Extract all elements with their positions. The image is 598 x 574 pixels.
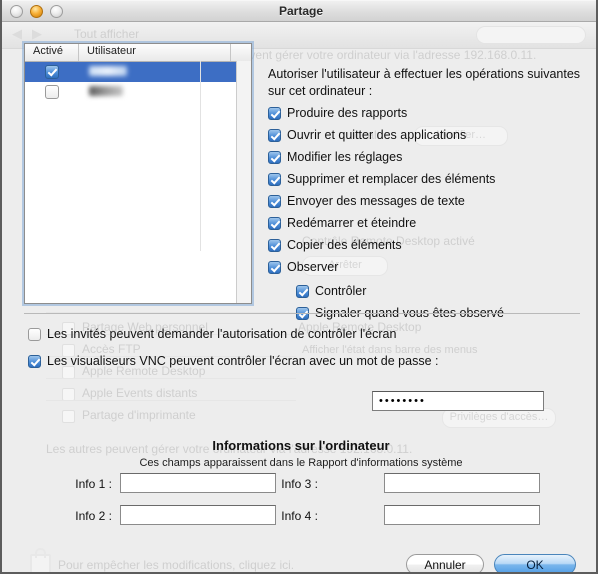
checkbox-icon[interactable]	[268, 106, 281, 120]
permission-envoyer-des-messages-de-texte[interactable]: Envoyer des messages de texte	[268, 194, 465, 208]
table-row[interactable]	[25, 82, 251, 102]
computer-info-title: Informations sur l'ordinateur	[212, 438, 390, 453]
checkbox-icon[interactable]	[268, 194, 281, 208]
permission-controler[interactable]: Contrôler	[296, 284, 366, 298]
user-list-body	[25, 62, 251, 102]
permission-redemarrer-et-eteindre[interactable]: Redémarrer et éteindre	[268, 216, 416, 230]
permissions-intro-text: Autoriser l'utilisateur à effectuer les …	[268, 67, 581, 98]
column-header-user[interactable]: Utilisateur	[79, 44, 231, 61]
option-label: Les invités peuvent demander l'autorisat…	[47, 327, 397, 341]
computer-info-subtitle: Ces champs apparaissent dans le Rapport …	[139, 457, 463, 469]
permission-observer[interactable]: Observer	[268, 260, 338, 274]
user-list[interactable]: Activé Utilisateur	[24, 43, 252, 304]
permission-label: Envoyer des messages de texte	[287, 194, 465, 208]
sharing-preferences-window: ◀▶ Tout afficher Les autres peuvent gére…	[0, 0, 598, 574]
user-list-scrollbar[interactable]	[236, 61, 251, 303]
permission-label: Copier des éléments	[287, 238, 402, 252]
row-enabled-cell[interactable]	[25, 85, 79, 99]
row-enabled-cell[interactable]	[25, 65, 79, 79]
sharing-sheet: Activé Utilisateur Autoriser l'utilisate…	[2, 22, 596, 572]
info-4-label: Info 4 :	[281, 509, 318, 523]
option-label: Les visualiseurs VNC peuvent contrôler l…	[47, 354, 439, 368]
permission-label: Supprimer et remplacer des éléments	[287, 172, 496, 186]
options-separator	[24, 313, 580, 314]
permission-label: Ouvrir et quitter des applications	[287, 128, 467, 142]
row-user-cell	[79, 85, 231, 99]
info-4-input[interactable]	[384, 505, 540, 525]
ok-button[interactable]: OK	[494, 554, 576, 572]
checkbox-icon[interactable]	[268, 216, 281, 230]
vnc-password-input[interactable]: ••••••••	[372, 391, 544, 411]
checkbox-icon[interactable]	[268, 172, 281, 186]
checkbox-icon[interactable]	[268, 150, 281, 164]
row-user-cell	[79, 65, 231, 79]
user-list-column-divider	[200, 61, 201, 251]
info-2-label: Info 2 :	[75, 509, 112, 523]
row-user-name-redacted	[89, 85, 123, 96]
permission-modifier-les-reglages[interactable]: Modifier les réglages	[268, 150, 402, 164]
checkbox-icon[interactable]	[28, 327, 41, 341]
checkbox-icon[interactable]	[28, 354, 41, 368]
checkbox-icon[interactable]	[268, 128, 281, 142]
permission-ouvrir-et-quitter-des-applications[interactable]: Ouvrir et quitter des applications	[268, 128, 466, 142]
permission-copier-des-elements[interactable]: Copier des éléments	[268, 238, 402, 252]
checkbox-icon[interactable]	[268, 260, 281, 274]
permission-label: Redémarrer et éteindre	[287, 216, 417, 230]
permission-label: Produire des rapports	[287, 106, 408, 120]
row-enabled-checkbox[interactable]	[45, 65, 59, 79]
user-list-header: Activé Utilisateur	[25, 44, 251, 62]
permission-label: Modifier les réglages	[287, 150, 403, 164]
table-row[interactable]	[25, 62, 251, 82]
option-guests-request-permission[interactable]: Les invités peuvent demander l'autorisat…	[28, 327, 396, 341]
row-enabled-checkbox[interactable]	[45, 85, 59, 99]
checkbox-icon[interactable]	[296, 284, 309, 298]
row-user-name-redacted	[89, 65, 127, 76]
option-vnc-viewers-may-control[interactable]: Les visualiseurs VNC peuvent contrôler l…	[28, 354, 438, 368]
column-header-enabled[interactable]: Activé	[25, 44, 79, 61]
permission-label: Contrôler	[315, 284, 367, 298]
checkbox-icon[interactable]	[268, 238, 281, 252]
info-3-label: Info 3 :	[281, 477, 318, 491]
info-3-input[interactable]	[384, 473, 540, 493]
permission-produire-des-rapports[interactable]: Produire des rapports	[268, 106, 407, 120]
permission-label: Observer	[287, 260, 339, 274]
info-1-label: Info 1 :	[75, 477, 112, 491]
window-titlebar: Partage	[2, 0, 596, 22]
window-title: Partage	[278, 4, 324, 18]
permission-supprimer-et-remplacer-des-elements[interactable]: Supprimer et remplacer des éléments	[268, 172, 495, 186]
column-header-spacer	[231, 44, 251, 61]
cancel-button[interactable]: Annuler	[406, 554, 484, 572]
